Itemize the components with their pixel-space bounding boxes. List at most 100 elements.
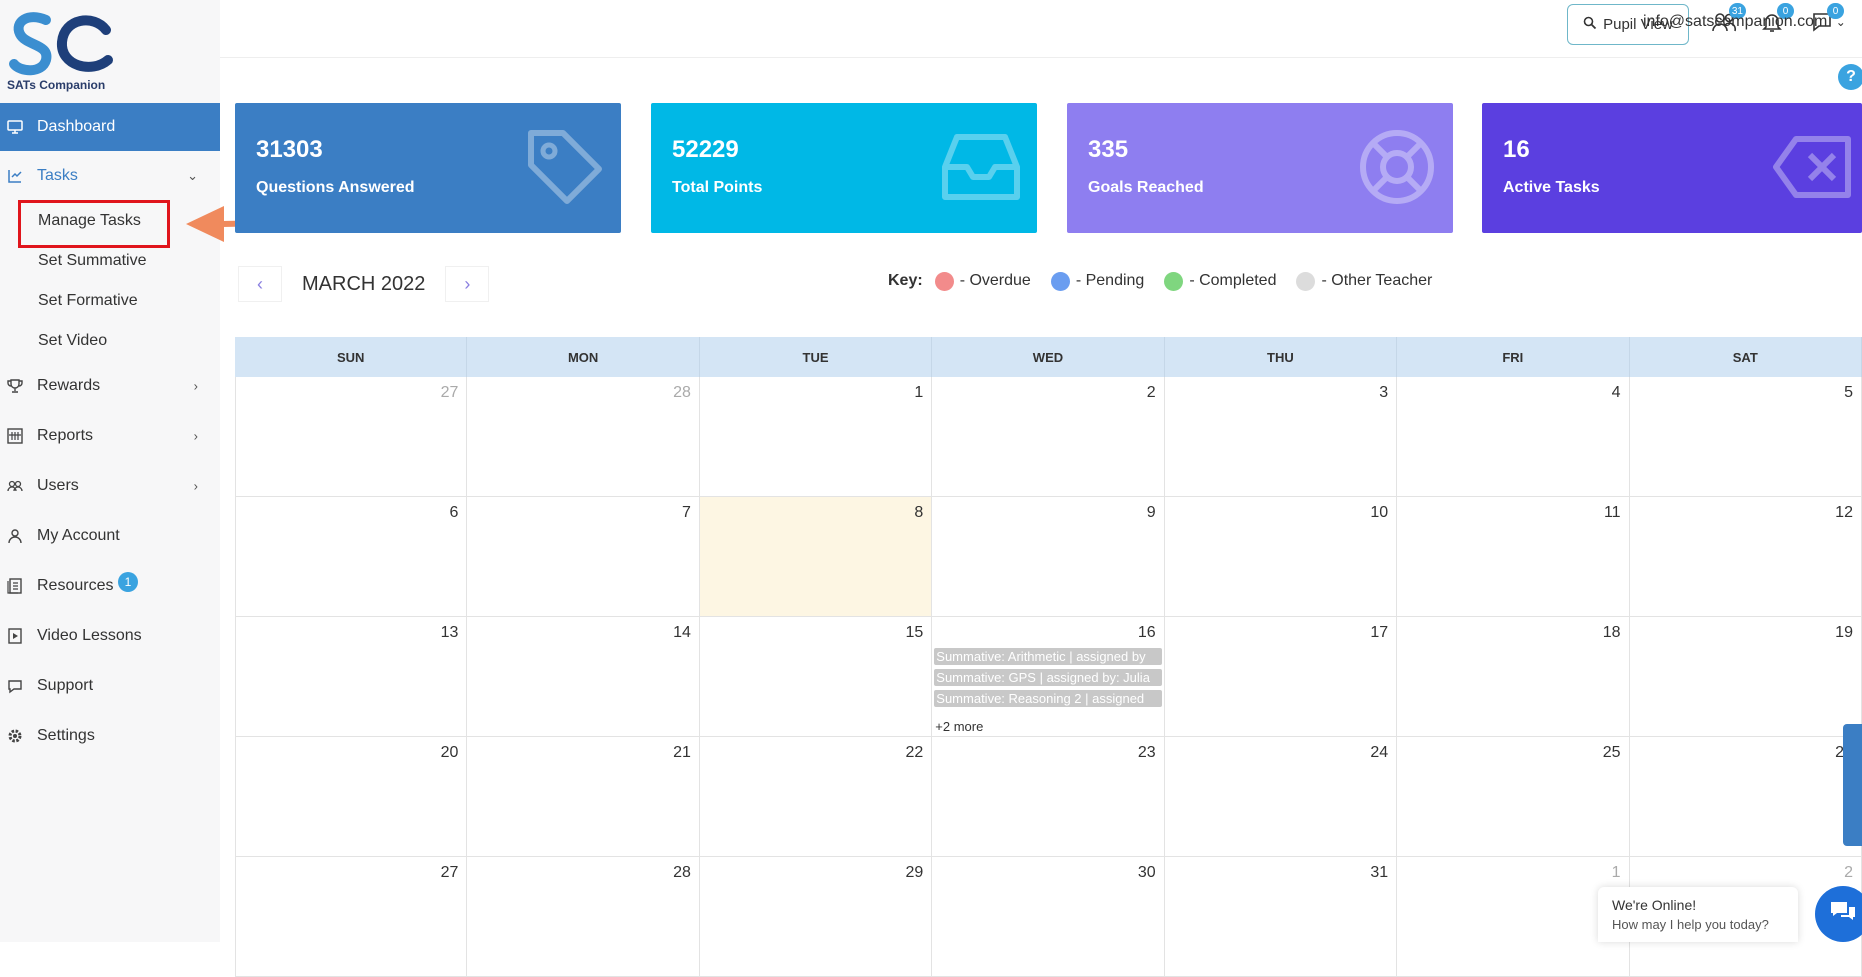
chevron-right-icon: › — [193, 428, 198, 444]
calendar-day[interactable]: 29 — [699, 857, 933, 977]
calendar-day[interactable]: 23 — [932, 737, 1165, 857]
weekday: THU — [1165, 337, 1398, 377]
sidebar-item-label: Video Lessons — [37, 627, 142, 644]
video-icon — [6, 627, 24, 645]
calendar-day[interactable]: 15 — [699, 617, 933, 737]
chat-greeting[interactable]: We're Online! How may I help you today? — [1598, 887, 1798, 942]
sidebar-item-my-account[interactable]: My Account — [0, 511, 220, 561]
calendar-key: Key: - Overdue - Pending - Completed - O… — [888, 270, 1446, 292]
day-number: 28 — [673, 864, 691, 881]
sidebar-item-label: Support — [37, 677, 94, 694]
sidebar-item-settings[interactable]: Settings — [0, 711, 220, 761]
gear-icon — [6, 727, 24, 745]
tasks-icon — [6, 167, 24, 185]
chat-launcher-button[interactable] — [1815, 886, 1862, 942]
calendar-day[interactable]: 4 — [1397, 377, 1630, 497]
calendar-day[interactable]: 27 — [235, 857, 468, 977]
calendar-day[interactable]: 12 — [1629, 497, 1862, 617]
calendar-event[interactable]: Summative: Reasoning 2 | assigned — [934, 690, 1162, 707]
sidebar-item-support[interactable]: Support — [0, 661, 220, 711]
overdue-dot — [934, 271, 954, 291]
calendar-day[interactable]: 19 — [1629, 617, 1862, 737]
day-number: 31 — [1370, 864, 1389, 881]
sidebar-item-reports[interactable]: Reports › — [0, 411, 220, 461]
day-number: 30 — [1137, 864, 1156, 881]
calendar-event[interactable]: Summative: Arithmetic | assigned by — [934, 648, 1162, 665]
pending-dot — [1050, 271, 1070, 291]
sidebar-item-label: Settings — [37, 727, 95, 744]
calendar-day[interactable]: 5 — [1629, 377, 1862, 497]
next-month-button[interactable]: › — [445, 266, 490, 302]
inbox-icon — [942, 134, 1020, 200]
feedback-tab[interactable] — [1843, 724, 1862, 846]
user-email: info@satscompanion.com — [1643, 13, 1828, 30]
calendar-day[interactable]: 1 — [699, 377, 933, 497]
calendar-day[interactable]: 18 — [1397, 617, 1630, 737]
stat-value: 335 — [1088, 136, 1129, 163]
more-events-link[interactable]: +2 more — [935, 719, 983, 734]
calendar-day[interactable]: 2 — [932, 377, 1165, 497]
calendar-week: 6 7 8 9 10 11 12 — [235, 497, 1862, 617]
sidebar-item-rewards[interactable]: Rewards › — [0, 361, 220, 411]
calendar-day[interactable]: 10 — [1164, 497, 1398, 617]
day-number: 17 — [1370, 624, 1389, 641]
key-pending: - Pending — [1075, 272, 1145, 289]
submenu-set-video[interactable]: Set Video — [0, 321, 220, 361]
stat-card-goals: 335 Goals Reached — [1067, 103, 1453, 233]
day-number: 4 — [1611, 384, 1621, 401]
sidebar-item-users[interactable]: Users › — [0, 461, 220, 511]
day-number: 15 — [905, 624, 924, 641]
calendar-day[interactable]: 6 — [235, 497, 468, 617]
calendar-day[interactable]: 28 — [467, 857, 700, 977]
other-teacher-dot — [1296, 271, 1316, 291]
month-title: MARCH 2022 — [302, 272, 426, 295]
calendar-day[interactable]: 31 — [1164, 857, 1398, 977]
weekday-header: SUN MON TUE WED THU FRI SAT — [235, 337, 1862, 377]
weekday: SAT — [1630, 337, 1862, 377]
calendar-day[interactable]: 28 — [467, 377, 700, 497]
calendar-day[interactable]: 24 — [1164, 737, 1398, 857]
sidebar-item-dashboard[interactable]: Dashboard — [0, 103, 220, 151]
day-number: 1 — [914, 384, 924, 401]
calendar-day[interactable]: 27 — [235, 377, 468, 497]
day-number: 7 — [681, 504, 691, 521]
calendar-day[interactable]: 13 — [235, 617, 468, 737]
calendar-day[interactable]: 9 — [932, 497, 1165, 617]
calendar-day[interactable]: 3 — [1164, 377, 1398, 497]
calendar-day[interactable]: 7 — [467, 497, 700, 617]
sidebar-item-video-lessons[interactable]: Video Lessons — [0, 611, 220, 661]
user-menu[interactable]: info@satscompanion.com ⌄ — [1643, 13, 1846, 31]
calendar-day[interactable]: 30 — [932, 857, 1165, 977]
calendar-grid: SUN MON TUE WED THU FRI SAT 27 28 1 2 3 … — [235, 337, 1862, 977]
sidebar: SATs Companion Dashboard Tasks ⌄ Manage … — [0, 0, 220, 942]
key-label: Key: — [888, 272, 923, 289]
calendar-day[interactable]: 1 — [1397, 857, 1630, 977]
calendar-day[interactable]: 11 — [1397, 497, 1630, 617]
sidebar-item-resources[interactable]: Resources 1 — [0, 561, 220, 611]
day-number: 27 — [440, 384, 459, 401]
calendar-day[interactable]: 14 — [467, 617, 700, 737]
sidebar-item-label: Reports — [37, 427, 94, 444]
calendar-event[interactable]: Summative: GPS | assigned by: Julia — [934, 669, 1162, 686]
chevron-right-icon: › — [193, 478, 198, 494]
calendar-day[interactable]: 16 Summative: Arithmetic | assigned by S… — [932, 617, 1165, 737]
calendar-day[interactable]: 22 — [699, 737, 933, 857]
calendar-day[interactable]: 25 — [1397, 737, 1630, 857]
submenu-set-formative[interactable]: Set Formative — [0, 281, 220, 321]
calendar-day[interactable]: 26 — [1629, 737, 1862, 857]
sidebar-item-tasks[interactable]: Tasks ⌄ — [0, 151, 220, 201]
sidebar-item-label: Users — [37, 477, 79, 494]
chevron-down-icon: ⌄ — [187, 168, 198, 183]
stat-label: Total Points — [672, 179, 763, 196]
resources-icon — [6, 577, 24, 595]
stat-label: Goals Reached — [1088, 179, 1204, 196]
help-button[interactable]: ? — [1838, 64, 1862, 90]
chat-bubbles-icon — [1829, 900, 1857, 929]
weekday: SUN — [235, 337, 468, 377]
calendar-day[interactable]: 21 — [467, 737, 700, 857]
calendar-day[interactable]: 17 — [1164, 617, 1398, 737]
prev-month-button[interactable]: ‹ — [238, 266, 282, 302]
calendar-day[interactable]: 20 — [235, 737, 468, 857]
calendar-day-today[interactable]: 8 — [699, 497, 933, 617]
stat-value: 52229 — [672, 136, 739, 163]
